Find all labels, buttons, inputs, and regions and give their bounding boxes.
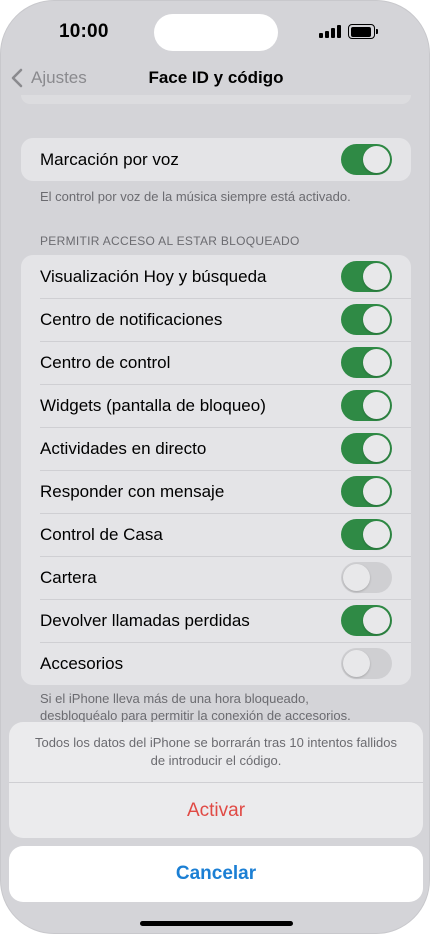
row-label: Accesorios: [40, 653, 124, 673]
locked-access-row: Accesorios: [21, 642, 411, 685]
row-label: Widgets (pantalla de bloqueo): [40, 395, 266, 415]
locked-access-row: Control de Casa: [21, 513, 411, 556]
row-label: Centro de notificaciones: [40, 309, 223, 329]
row-label: Responder con mensaje: [40, 481, 225, 501]
previous-card-edge: [21, 95, 411, 104]
row-label: Actividades en directo: [40, 438, 207, 458]
accessories-footnote: Si el iPhone lleva más de una hora bloqu…: [40, 690, 400, 724]
action-sheet-message: Todos los datos del iPhone se borrarán t…: [34, 735, 398, 768]
status-bar: 10:00: [1, 1, 429, 63]
row-label: Control de Casa: [40, 524, 163, 544]
live-activities-toggle[interactable]: [341, 433, 392, 464]
row-label: Visualización Hoy y búsqueda: [40, 266, 267, 286]
voice-dial-row: Marcación por voz: [21, 138, 411, 181]
voice-dial-toggle[interactable]: [341, 144, 392, 175]
activate-button[interactable]: Activar: [9, 783, 423, 838]
home-indicator: [140, 921, 293, 926]
cellular-signal-icon: [319, 25, 341, 38]
locked-access-row: Cartera: [21, 556, 411, 599]
row-label: Devolver llamadas perdidas: [40, 610, 250, 630]
locked-access-row: Centro de control: [21, 341, 411, 384]
today-search-toggle[interactable]: [341, 261, 392, 292]
status-time: 10:00: [59, 21, 109, 42]
home-control-toggle[interactable]: [341, 519, 392, 550]
locked-access-row: Devolver llamadas perdidas: [21, 599, 411, 642]
dynamic-island: [154, 14, 278, 51]
locked-access-row: Responder con mensaje: [21, 470, 411, 513]
notification-center-toggle[interactable]: [341, 304, 392, 335]
locked-access-row: Centro de notificaciones: [21, 298, 411, 341]
wallet-toggle[interactable]: [341, 562, 392, 593]
page-title: Face ID y código: [148, 68, 284, 87]
voice-dial-card: Marcación por voz: [21, 138, 411, 181]
voice-dial-footnote: El control por voz de la música siempre …: [40, 189, 351, 204]
action-sheet: Todos los datos del iPhone se borrarán t…: [9, 722, 423, 838]
locked-access-row: Visualización Hoy y búsqueda: [21, 255, 411, 298]
section-header: PERMITIR ACCESO AL ESTAR BLOQUEADO: [40, 234, 300, 248]
row-label: Centro de control: [40, 352, 171, 372]
return-missed-calls-toggle[interactable]: [341, 605, 392, 636]
battery-icon: [348, 24, 378, 39]
control-center-toggle[interactable]: [341, 347, 392, 378]
row-label: Marcación por voz: [40, 149, 179, 169]
lock-screen-widgets-toggle[interactable]: [341, 390, 392, 421]
cancel-button[interactable]: Cancelar: [9, 846, 423, 902]
phone-screen: 10:00 Ajustes Face ID y código Marcación…: [0, 0, 430, 934]
footnote-line: Si el iPhone lleva más de una hora bloqu…: [40, 691, 309, 706]
locked-access-row: Actividades en directo: [21, 427, 411, 470]
locked-access-row: Widgets (pantalla de bloqueo): [21, 384, 411, 427]
reply-with-message-toggle[interactable]: [341, 476, 392, 507]
locked-access-card: Visualización Hoy y búsqueda Centro de n…: [21, 255, 411, 685]
accessories-toggle[interactable]: [341, 648, 392, 679]
row-label: Cartera: [40, 567, 97, 587]
